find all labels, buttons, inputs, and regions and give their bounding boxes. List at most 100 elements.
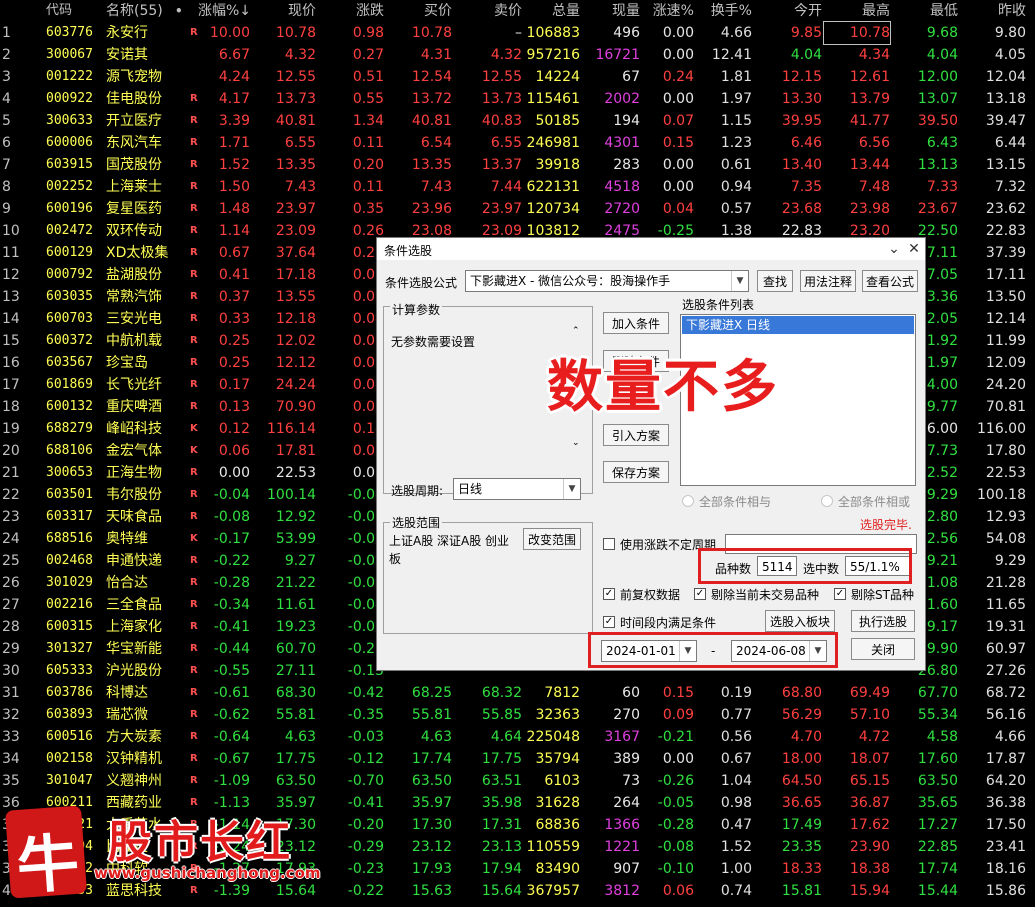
- st-checkbox[interactable]: ✓: [834, 588, 846, 600]
- high: 41.77: [849, 113, 890, 129]
- run-screen-button[interactable]: 执行选股: [851, 610, 915, 632]
- header-change-pct[interactable]: 涨幅%↓: [198, 0, 251, 22]
- usage-button[interactable]: 用法注释: [800, 270, 856, 292]
- prev-close: 68.72: [985, 685, 1026, 701]
- condition-list-item[interactable]: 下影藏进X 日线: [682, 316, 914, 334]
- stock-code: 301327: [46, 641, 93, 656]
- condition-screener-dialog: 条件选股 ⌄ ✕ 条件选股公式 下影藏进X - 微信公众号：股海操作手 ▼ 查找…: [376, 237, 926, 671]
- change-pct: -0.28: [213, 575, 250, 591]
- brand-url: www.gushichanghong.com: [94, 864, 321, 882]
- high: 18.38: [849, 861, 890, 877]
- header-code[interactable]: 代码: [46, 0, 98, 22]
- table-row[interactable]: 2 300067 安诺其 6.67 4.32 0.27 4.31 4.32 957216 1672…: [0, 44, 1035, 66]
- table-row[interactable]: 32 603893 瑞芯微 R -0.62 55.81 -0.35 55.81 55.85 323…: [0, 704, 1035, 726]
- table-row[interactable]: 4 000922 佳电股份 R 4.17 13.73 0.55 13.72 13.73 11546…: [0, 88, 1035, 110]
- current-volume: 1221: [604, 839, 640, 855]
- header-prev-close[interactable]: 昨收: [962, 0, 1026, 22]
- find-button[interactable]: 查找: [757, 270, 793, 292]
- stock-code: 600006: [46, 135, 93, 150]
- stock-name: 怡合达: [106, 575, 148, 591]
- stock-name: 瑞芯微: [106, 707, 148, 723]
- table-row[interactable]: 6 600006 东风汽车 R 1.71 6.55 0.11 6.54 6.55 246981 43…: [0, 132, 1035, 154]
- header-low[interactable]: 最低: [894, 0, 958, 22]
- add-condition-button[interactable]: 加入条件: [603, 312, 669, 334]
- change: -0.15: [347, 663, 384, 679]
- close-icon[interactable]: ✕: [905, 240, 923, 258]
- save-plan-button[interactable]: 保存方案: [603, 461, 669, 483]
- low: 4.58: [926, 729, 958, 745]
- period-checkbox[interactable]: ✓: [603, 616, 615, 628]
- header-turnover[interactable]: 换手%: [696, 0, 752, 22]
- stock-code: 603035: [46, 289, 93, 304]
- high: 69.49: [849, 685, 890, 701]
- table-row[interactable]: 35 301047 义翘神州 R -1.09 63.50 -0.70 63.50 63.51 61…: [0, 770, 1035, 792]
- row-index: 21: [2, 465, 20, 481]
- stock-code: 603317: [46, 509, 93, 524]
- dialog-titlebar[interactable]: 条件选股 ⌄ ✕: [377, 238, 925, 260]
- price: 11.61: [275, 597, 316, 613]
- volume: 115461: [526, 91, 580, 107]
- to-block-button[interactable]: 选股入板块: [765, 610, 835, 632]
- stock-code: 002472: [46, 223, 93, 238]
- scroll-down-icon[interactable]: ⌄: [572, 438, 580, 448]
- table-row[interactable]: 7 603915 国茂股份 R 1.52 13.35 0.20 13.35 13.37 39918…: [0, 154, 1035, 176]
- stock-name: 永安行: [106, 25, 148, 41]
- open: 15.81: [781, 883, 822, 899]
- table-row[interactable]: 9 600196 复星医药 R 1.48 23.97 0.35 23.96 23.97 12073…: [0, 198, 1035, 220]
- table-row[interactable]: 3 001222 源飞宠物 4.24 12.55 0.51 12.54 12.55 14224 6…: [0, 66, 1035, 88]
- header-ask[interactable]: 卖价: [456, 0, 522, 22]
- period-select[interactable]: 日线 ▼: [453, 478, 581, 500]
- stock-name: 重庆啤酒: [106, 399, 162, 415]
- table-row[interactable]: 34 002158 汉钟精机 R -0.67 17.75 -0.12 17.74 17.75 35…: [0, 748, 1035, 770]
- import-plan-button[interactable]: 引入方案: [603, 424, 669, 446]
- speed: -0.08: [657, 839, 694, 855]
- view-formula-button[interactable]: 查看公式: [862, 270, 918, 292]
- current-volume: 3812: [604, 883, 640, 899]
- table-row[interactable]: 33 600516 方大炭素 R -0.64 4.63 -0.03 4.63 4.64 22504…: [0, 726, 1035, 748]
- table-row[interactable]: 1 603776 永安行 R 10.00 10.78 0.98 10.78–106883 496…: [0, 21, 1035, 45]
- price: 13.35: [275, 157, 316, 173]
- low: 35.65: [917, 795, 958, 811]
- exclude-checkbox[interactable]: ✓: [694, 588, 706, 600]
- low: 63.50: [917, 773, 958, 789]
- close-button[interactable]: 关闭: [851, 638, 915, 660]
- volume: 7812: [544, 685, 580, 701]
- table-row[interactable]: 8 002252 上海莱士 R 1.50 7.43 0.11 7.43 7.44 622131 45…: [0, 176, 1035, 198]
- high: 65.15: [849, 773, 890, 789]
- change: 0.26: [352, 223, 384, 239]
- header-high[interactable]: 最高: [824, 0, 890, 22]
- stock-name: 源飞宠物: [106, 69, 162, 85]
- header-current-volume[interactable]: 现量: [582, 0, 640, 22]
- change: -0.09: [347, 531, 384, 547]
- table-row[interactable]: 31 603786 科博达 R -0.61 68.30 -0.42 68.25 68.32 781…: [0, 682, 1035, 704]
- speed: -0.28: [657, 817, 694, 833]
- formula-select[interactable]: 下影藏进X - 微信公众号：股海操作手 ▼: [465, 270, 749, 292]
- unfixed-period-checkbox[interactable]: [603, 538, 615, 550]
- stock-name: 佳电股份: [106, 91, 162, 107]
- current-volume: 389: [613, 751, 640, 767]
- header-speed[interactable]: 涨速%: [642, 0, 694, 22]
- price: 53.99: [275, 531, 316, 547]
- volume: 83490: [535, 861, 580, 877]
- stock-code: 600372: [46, 333, 93, 348]
- high: 57.10: [849, 707, 890, 723]
- help-icon[interactable]: ⌄: [885, 240, 903, 258]
- fq-checkbox[interactable]: ✓: [603, 588, 615, 600]
- scroll-up-icon[interactable]: ⌃: [572, 326, 580, 336]
- stock-code: 002158: [46, 751, 93, 766]
- header-bid[interactable]: 买价: [388, 0, 452, 22]
- current-volume: 270: [613, 707, 640, 723]
- change-range-button[interactable]: 改变范围: [523, 528, 581, 550]
- change: 0.14: [352, 421, 384, 437]
- row-index: 16: [2, 355, 20, 371]
- header-change[interactable]: 涨跌: [318, 0, 384, 22]
- table-row[interactable]: 5 300633 开立医疗 R 3.39 40.81 1.34 40.81 40.83 50185…: [0, 110, 1035, 132]
- header-open[interactable]: 今开: [756, 0, 822, 22]
- price: 9.27: [284, 553, 316, 569]
- radio-or[interactable]: [821, 495, 833, 507]
- bid: 63.50: [411, 773, 452, 789]
- header-price[interactable]: 现价: [252, 0, 316, 22]
- radio-and[interactable]: [682, 495, 694, 507]
- volume: 367957: [526, 883, 580, 899]
- header-volume[interactable]: 总量: [524, 0, 580, 22]
